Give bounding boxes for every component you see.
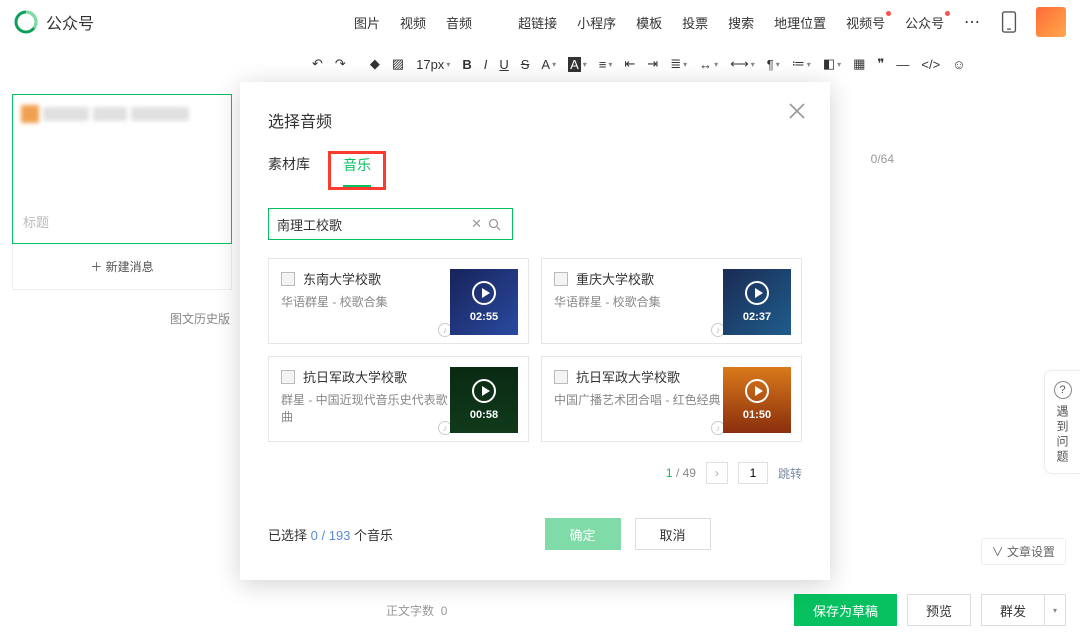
search-icon[interactable] — [485, 218, 504, 231]
play-icon[interactable] — [472, 281, 496, 305]
tab-music[interactable]: 音乐 — [343, 155, 371, 187]
result-item[interactable]: 抗日军政大学校歌群星 - 中国近现代音乐史代表歌曲♪00:58 — [268, 356, 529, 442]
audio-thumbnail[interactable]: 00:58 — [450, 367, 518, 433]
duration: 02:37 — [743, 311, 771, 323]
duration: 00:58 — [470, 409, 498, 421]
search-input[interactable] — [277, 217, 468, 232]
result-item[interactable]: 东南大学校歌华语群星 - 校歌合集♪02:55 — [268, 258, 529, 344]
cancel-button[interactable]: 取消 — [635, 518, 711, 550]
result-title: 东南大学校歌 — [303, 269, 381, 288]
result-title: 抗日军政大学校歌 — [303, 367, 407, 386]
checkbox-icon[interactable] — [554, 272, 568, 286]
modal-tabs: 素材库 音乐 — [268, 154, 802, 190]
clear-icon[interactable]: ✕ — [468, 216, 485, 232]
modal-footer: 已选择 0 / 193 个音乐 确定 取消 — [268, 518, 802, 550]
tab-library[interactable]: 素材库 — [268, 154, 310, 190]
result-title: 重庆大学校歌 — [576, 269, 654, 288]
result-subtitle: 华语群星 - 校歌合集 — [281, 294, 450, 311]
result-title: 抗日军政大学校歌 — [576, 367, 680, 386]
checkbox-icon[interactable] — [281, 370, 295, 384]
next-page-button[interactable]: › — [706, 462, 728, 484]
audio-thumbnail[interactable]: 02:37 — [723, 269, 791, 335]
page-jump-button[interactable]: 跳转 — [778, 465, 802, 482]
highlight-annotation: 音乐 — [328, 151, 386, 190]
select-audio-modal: 选择音频 素材库 音乐 ✕ 东南大学校歌华语群星 - 校歌合集♪02:55重庆大… — [240, 82, 830, 580]
confirm-button[interactable]: 确定 — [545, 518, 621, 550]
result-subtitle: 中国广播艺术团合唱 - 红色经典 — [554, 392, 723, 409]
modal-title: 选择音频 — [268, 108, 802, 132]
page-total: 49 — [683, 466, 696, 480]
audio-thumbnail[interactable]: 02:55 — [450, 269, 518, 335]
audio-thumbnail[interactable]: 01:50 — [723, 367, 791, 433]
play-icon[interactable] — [745, 379, 769, 403]
duration: 02:55 — [470, 311, 498, 323]
play-icon[interactable] — [472, 379, 496, 403]
play-icon[interactable] — [745, 281, 769, 305]
duration: 01:50 — [743, 409, 771, 421]
search-box: ✕ — [268, 208, 513, 240]
result-subtitle: 华语群星 - 校歌合集 — [554, 294, 723, 311]
result-item[interactable]: 重庆大学校歌华语群星 - 校歌合集♪02:37 — [541, 258, 802, 344]
pager: 1 / 49 › 跳转 — [268, 462, 802, 484]
selected-info: 已选择 0 / 193 个音乐 — [268, 525, 393, 544]
checkbox-icon[interactable] — [281, 272, 295, 286]
close-icon[interactable] — [786, 100, 808, 122]
results-grid: 东南大学校歌华语群星 - 校歌合集♪02:55重庆大学校歌华语群星 - 校歌合集… — [268, 258, 802, 442]
page-jump-input[interactable] — [738, 462, 768, 484]
result-item[interactable]: 抗日军政大学校歌中国广播艺术团合唱 - 红色经典♪01:50 — [541, 356, 802, 442]
result-subtitle: 群星 - 中国近现代音乐史代表歌曲 — [281, 392, 450, 426]
checkbox-icon[interactable] — [554, 370, 568, 384]
page-current: 1 — [666, 466, 673, 480]
